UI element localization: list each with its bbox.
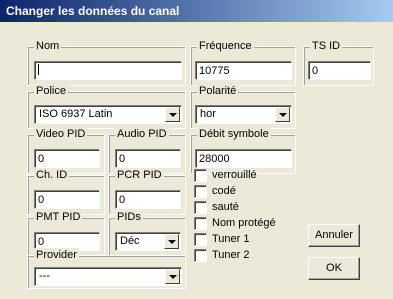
provider-group: Provider --- — [27, 248, 186, 289]
checkbox-label: sauté — [212, 201, 239, 213]
ch-id-group: Ch. ID — [27, 168, 105, 215]
checkbox-box[interactable] — [194, 201, 207, 214]
polarite-group: Polarité hor — [190, 84, 296, 129]
police-group: Police ISO 6937 Latin — [27, 84, 186, 129]
pids-group: PIDs Déc — [108, 210, 186, 257]
nom-input[interactable] — [34, 61, 182, 80]
dialog-content: Nom Fréquence TS ID Police ISO 6937 Lati… — [0, 22, 393, 299]
audio-pid-label: Audio PID — [115, 127, 169, 141]
checkbox-box[interactable] — [194, 169, 207, 182]
police-select[interactable]: ISO 6937 Latin — [34, 105, 182, 124]
ch-id-label: Ch. ID — [34, 168, 70, 182]
chevron-down-icon — [279, 113, 287, 117]
checkbox-label: Tuner 2 — [212, 249, 250, 261]
pids-select[interactable]: Déc — [115, 232, 181, 251]
channel-dialog: Changer les données du canal Nom Fréquen… — [0, 0, 393, 299]
checkbox-box[interactable] — [194, 185, 207, 198]
ch-id-input[interactable] — [34, 190, 100, 209]
text-cursor — [38, 64, 39, 75]
pmt-pid-label: PMT PID — [34, 210, 83, 224]
chevron-down-icon — [169, 275, 177, 279]
chevron-down-icon — [169, 113, 177, 117]
police-value: ISO 6937 Latin — [39, 108, 113, 120]
pcr-pid-group: PCR PID — [108, 168, 186, 215]
provider-dropdown-button[interactable] — [165, 269, 180, 284]
cancel-button[interactable]: Annuler — [308, 224, 360, 247]
checkbox-box[interactable] — [194, 233, 207, 246]
polarite-dropdown-button[interactable] — [275, 107, 290, 122]
provider-value: --- — [39, 270, 50, 282]
police-label: Police — [34, 84, 68, 98]
video-pid-label: Video PID — [34, 127, 88, 141]
provider-select[interactable]: --- — [34, 267, 182, 286]
checkbox-label: verrouillé — [212, 169, 257, 181]
polarite-label: Polarité — [197, 84, 239, 98]
pids-label: PIDs — [115, 210, 143, 224]
pcr-pid-input[interactable] — [115, 190, 181, 209]
police-dropdown-button[interactable] — [165, 107, 180, 122]
pcr-pid-label: PCR PID — [115, 168, 164, 182]
nom-label: Nom — [34, 39, 62, 53]
debit-symbole-label: Débit symbole — [197, 127, 271, 141]
checkbox-label: Tuner 1 — [212, 233, 250, 245]
polarite-select[interactable]: hor — [195, 105, 292, 124]
tsid-group: TS ID — [303, 39, 374, 86]
audio-pid-input[interactable] — [115, 149, 181, 168]
checkbox-label: codé — [212, 185, 236, 197]
polarite-value: hor — [200, 108, 216, 120]
frequence-input[interactable] — [195, 61, 292, 80]
ok-button[interactable]: OK — [308, 257, 360, 280]
debit-symbole-group: Débit symbole — [190, 127, 296, 174]
chevron-down-icon — [168, 240, 176, 244]
checkbox-box[interactable] — [194, 249, 207, 262]
frequence-label: Fréquence — [197, 39, 254, 53]
provider-label: Provider — [34, 248, 79, 262]
checkbox-box[interactable] — [194, 217, 207, 230]
window-title: Changer les données du canal — [0, 0, 393, 22]
tsid-input[interactable] — [308, 61, 371, 80]
checkbox-label: Nom protégé — [212, 217, 276, 229]
video-pid-input[interactable] — [34, 149, 100, 168]
frequence-group: Fréquence — [190, 39, 296, 86]
tsid-label: TS ID — [310, 39, 343, 53]
debit-symbole-input[interactable] — [195, 149, 292, 168]
nom-group: Nom — [27, 39, 186, 86]
pids-value: Déc — [120, 235, 140, 247]
pids-dropdown-button[interactable] — [164, 234, 179, 249]
